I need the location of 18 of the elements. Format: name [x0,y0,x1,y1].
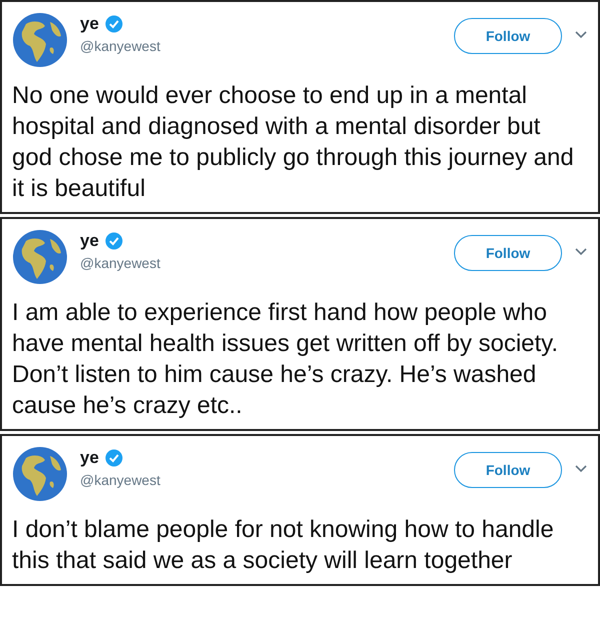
tweet-text: I am able to experience first hand how people who have mental health issues get written off by society. Don’t listen to him cause he’s crazy. He’s washed cause he’s crazy etc.. [12,298,560,421]
follow-button[interactable]: Follow [454,452,562,488]
follow-button[interactable]: Follow [454,18,562,54]
follow-button[interactable]: Follow [454,235,562,271]
tweet-text: I don’t blame people for not knowing how to handle this that said we as a society will learn together [12,515,555,576]
chevron-down-icon[interactable] [574,464,588,474]
user-name: ye [80,448,99,468]
chevron-down-icon[interactable] [574,247,588,257]
user-handle: @kanyewest [80,38,162,54]
user-handle: @kanyewest [80,255,162,271]
chevron-down-icon[interactable] [574,30,588,40]
user-name: ye [80,231,99,251]
user-handle: @kanyewest [80,472,162,488]
user-name: ye [80,14,99,34]
globe-avatar-icon [12,12,68,68]
globe-avatar-icon [12,446,68,502]
globe-avatar-icon [12,229,68,285]
tweet-text: No one would ever choose to end up in a mental hospital and diagnosed with a mental disorder but god chose me to publicly go through this journey and it is beautiful [12,81,575,204]
